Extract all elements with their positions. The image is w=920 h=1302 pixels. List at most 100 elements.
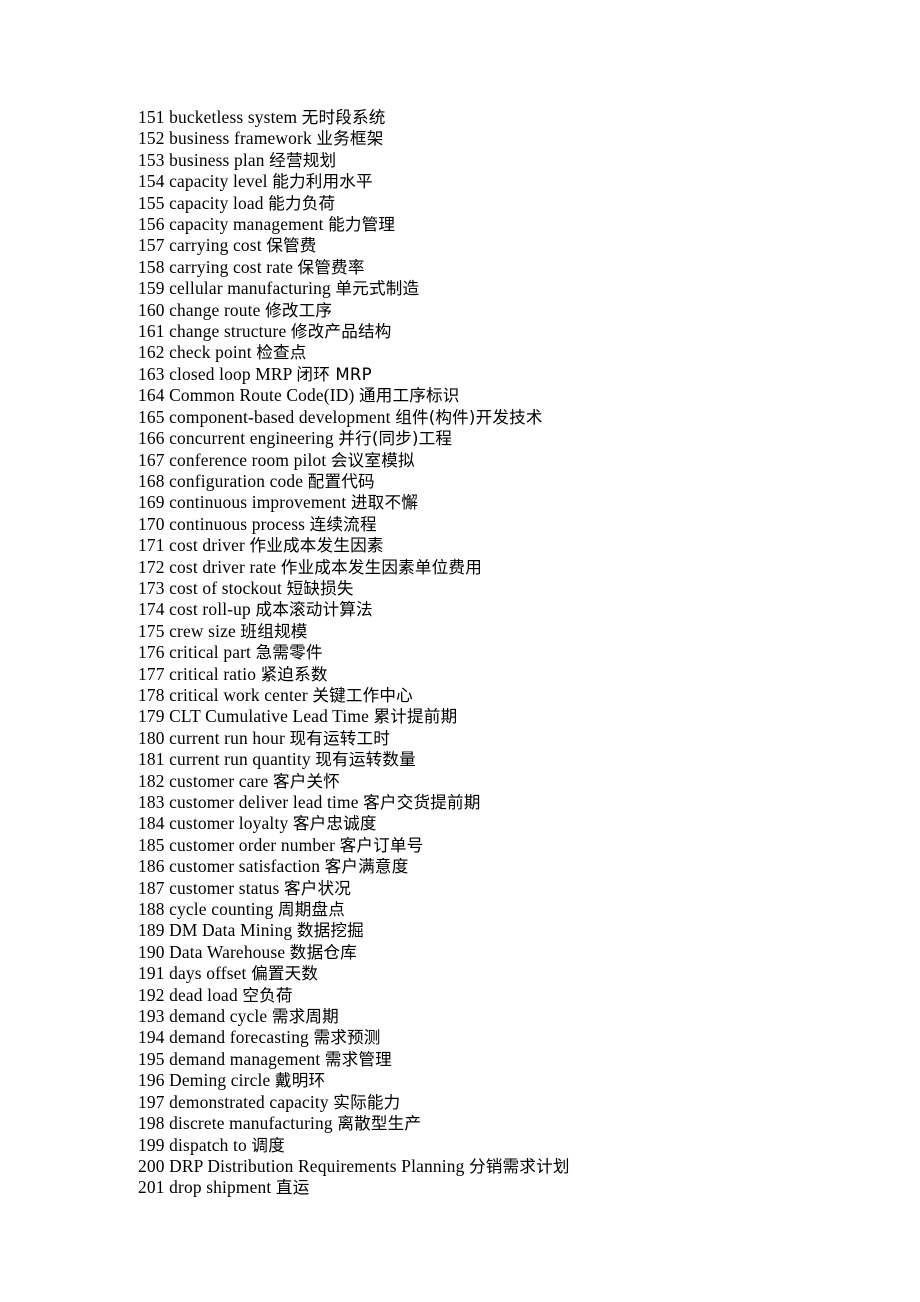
entry-term: change structure [169,321,287,342]
entry-gloss: 成本滚动计算法 [255,600,373,620]
entry-gloss: 现有运转工时 [289,728,391,748]
glossary-entry: 160 change route 修改工序 [138,300,878,321]
entry-number: 160 [138,299,165,320]
entry-number: 198 [138,1113,165,1134]
glossary-entry: 158 carrying cost rate 保管费率 [138,257,878,278]
entry-number: 191 [138,963,165,984]
entry-number: 180 [138,727,165,748]
entry-term: change route [169,299,261,320]
entry-term: Data Warehouse [169,941,286,962]
glossary-entry: 159 cellular manufacturing 单元式制造 [138,278,878,299]
entry-number: 168 [138,470,165,491]
entry-term: closed loop MRP [169,363,292,384]
entry-number: 190 [138,941,165,962]
entry-term: customer care [169,770,269,791]
entry-gloss: 经营规划 [269,150,337,170]
entry-gloss: 配置代码 [307,471,375,491]
entry-gloss: 客户关怀 [272,771,341,791]
entry-term: check point [169,342,252,363]
entry-gloss: 能力利用水平 [272,172,373,192]
entry-number: 162 [138,342,165,363]
entry-term: business framework [169,128,312,149]
glossary-entry: 177 critical ratio 紧迫系数 [138,664,878,685]
entry-number: 196 [138,1070,165,1091]
entry-number: 157 [138,235,165,256]
glossary-entry: 194 demand forecasting 需求预测 [138,1027,878,1048]
entry-number: 181 [138,749,165,770]
entry-gloss: 急需零件 [255,643,323,663]
entry-gloss: 保管费 [266,236,317,256]
glossary-entry: 173 cost of stockout 短缺损失 [138,578,878,599]
entry-number: 156 [138,214,165,235]
entry-gloss: 连续流程 [309,514,377,534]
glossary-entry: 165 component-based development 组件(构件)开发… [138,407,878,428]
glossary-entry: 195 demand management 需求管理 [138,1049,878,1070]
entry-number: 154 [138,171,165,192]
glossary-entry: 175 crew size 班组规模 [138,621,878,642]
entry-term: component-based development [169,406,391,427]
entry-gloss: 进取不懈 [350,493,418,513]
entry-number: 164 [138,385,165,406]
entry-number: 167 [138,449,165,470]
glossary-entry: 197 demonstrated capacity 实际能力 [138,1092,878,1113]
glossary-entry: 185 customer order number 客户订单号 [138,835,878,856]
entry-gloss: 无时段系统 [301,108,386,127]
entry-term: cost roll-up [169,599,251,620]
glossary-entry: 187 customer status 客户状况 [138,878,878,899]
entry-gloss: 并行(同步)工程 [338,429,453,449]
entry-gloss: 单元式制造 [335,279,420,299]
entry-term: current run quantity [169,749,311,770]
entry-term: capacity level [169,171,268,192]
glossary-entry: 161 change structure 修改产品结构 [138,321,878,342]
glossary-entry: 179 CLT Cumulative Lead Time 累计提前期 [138,706,878,727]
entry-gloss: 作业成本发生因素单位费用 [280,557,482,577]
entry-number: 170 [138,513,165,534]
entry-gloss: 实际能力 [333,1092,401,1112]
entry-number: 183 [138,792,165,812]
glossary-entry: 162 check point 检查点 [138,342,878,363]
entry-term: demonstrated capacity [169,1091,329,1112]
entry-gloss: 周期盘点 [278,900,346,920]
entry-gloss: 会议室模拟 [330,450,415,470]
glossary-entry: 182 customer care 客户关怀 [138,771,878,792]
entry-term: bucketless system [169,107,298,127]
entry-number: 153 [138,149,165,170]
entry-term: concurrent engineering [169,428,334,449]
entry-term: cellular manufacturing [169,278,331,299]
entry-number: 187 [138,877,165,898]
entry-number: 155 [138,192,165,213]
entry-gloss: 闭环 MRP [296,364,372,384]
glossary-entry: 189 DM Data Mining 数据挖掘 [138,920,878,941]
entry-gloss: 数据挖掘 [296,921,364,941]
entry-number: 184 [138,813,165,834]
entry-number: 182 [138,770,165,791]
entry-gloss: 业务框架 [316,129,384,149]
entry-gloss: 分销需求计划 [469,1156,570,1176]
entry-term: DM Data Mining [169,920,293,941]
entry-gloss: 调度 [251,1135,285,1155]
glossary-entry: 171 cost driver 作业成本发生因素 [138,535,878,556]
glossary-entry: 196 Deming circle 戴明环 [138,1070,878,1091]
entry-gloss: 现有运转数量 [315,750,416,770]
entry-term: cycle counting [169,899,274,920]
entry-number: 152 [138,128,165,149]
entry-number: 151 [138,107,165,127]
glossary-entry: 166 concurrent engineering 并行(同步)工程 [138,428,878,449]
entry-gloss: 客户交货提前期 [363,793,481,812]
entry-gloss: 需求周期 [271,1007,339,1027]
entry-term: continuous improvement [169,492,347,513]
entry-gloss: 关键工作中心 [312,685,413,705]
entry-gloss: 班组规模 [240,621,308,641]
entry-number: 174 [138,599,165,620]
entry-term: continuous process [169,513,306,534]
entry-number: 193 [138,1006,165,1027]
entry-number: 194 [138,1027,165,1048]
entry-term: cost driver [169,535,245,556]
entry-gloss: 紧迫系数 [260,664,328,684]
entry-term: discrete manufacturing [169,1113,333,1134]
entry-term: DRP Distribution Requirements Planning [169,1155,465,1176]
entry-term: customer satisfaction [169,856,321,877]
glossary-entry: 193 demand cycle 需求周期 [138,1006,878,1027]
glossary-entry: 199 dispatch to 调度 [138,1135,878,1156]
entry-term: configuration code [169,470,304,491]
